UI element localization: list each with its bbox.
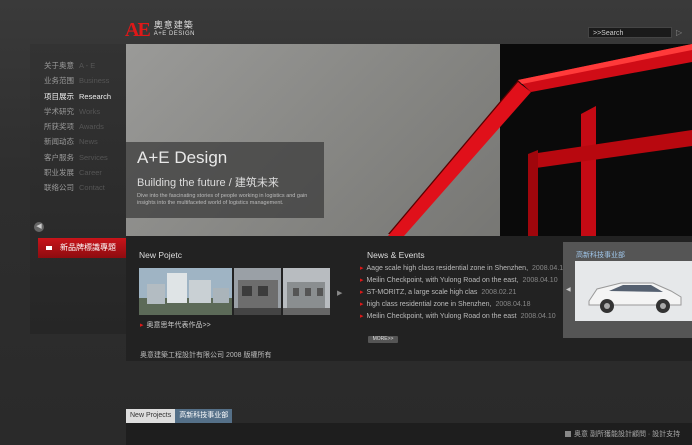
red-beam-right <box>581 106 596 236</box>
news-title: News & Events <box>367 250 425 260</box>
nav-label-cn: 所获奖项 <box>44 122 74 132</box>
search-input[interactable]: >>Search <box>588 27 672 38</box>
nav-item-about[interactable]: 关于奥意 A - E <box>44 58 111 73</box>
news-item-date: 2008.04.18 <box>495 301 531 308</box>
thumbnails-next-icon[interactable]: ▶ <box>337 289 342 297</box>
project-thumbnail[interactable] <box>283 268 330 315</box>
site-icon <box>565 431 571 438</box>
projects-link-label: 奥意思年代表作品>> <box>146 322 211 329</box>
nav-label-en: Research <box>79 91 112 101</box>
new-brand-label: 新品牌標識專題 <box>60 243 116 252</box>
nav-label-en: Contact <box>79 183 105 193</box>
hero-subtitle: Building the future / 建筑未来 <box>137 177 279 189</box>
copyright-text: 奥意建築工程設計有限公司 2008 版權所有 <box>140 352 272 359</box>
news-item-text: Meilin Checkpoint, with Yulong Road on t… <box>366 313 517 320</box>
nav-item-research[interactable]: 项目展示 Research <box>44 89 111 104</box>
bullet-arrow-icon: ▸ <box>360 277 364 284</box>
nav-item-news[interactable]: 新闻动态 News <box>44 134 111 149</box>
logo-name-cn: 奧意建築 <box>153 20 194 30</box>
bottom-tabs: New Projects 高新科技事业部 <box>126 409 233 423</box>
new-brand-button[interactable]: 新品牌標識專題 <box>38 238 126 258</box>
feature-prev-icon[interactable]: ◀ <box>566 286 571 293</box>
nav-label-cn: 职业发展 <box>44 168 74 178</box>
red-beam-left-post <box>528 150 538 236</box>
nav-item-works[interactable]: 学术研究 Works <box>44 104 111 119</box>
news-item[interactable]: ▸ ST-MORITZ, a large scale high clas 2008.… <box>360 287 567 299</box>
nav-label-en: News <box>79 137 98 147</box>
footer-credit-text: 奥意 副所獲能設計顧問 · 設計支持 <box>574 431 681 438</box>
nav-label-cn: 学术研究 <box>44 106 74 116</box>
nav-label-en: Services <box>79 152 108 162</box>
nav-label-en: Business <box>79 76 110 86</box>
news-item-text: Aage scale high class residential zone i… <box>366 265 529 272</box>
nav-label-cn: 新闻动态 <box>44 137 74 147</box>
tab-tech-division[interactable]: 高新科技事业部 <box>175 409 233 423</box>
video-icon <box>46 245 52 250</box>
project-thumbnail[interactable] <box>139 268 232 315</box>
news-item-date: 2008.04.18 <box>532 265 568 272</box>
collapse-arrow-icon[interactable]: ◀ <box>34 222 44 232</box>
bullet-arrow-icon: ▸ <box>360 289 364 296</box>
project-thumbnail[interactable] <box>234 268 281 315</box>
nav-label-en: Works <box>79 106 101 116</box>
red-beam-diagonal <box>388 82 531 236</box>
nav-label-cn: 业务范围 <box>44 76 74 86</box>
bullet-arrow-icon: ▸ <box>360 265 364 272</box>
news-item-text: ST-MORITZ, a large scale high clas <box>366 289 478 296</box>
nav-label-en: A - E <box>79 61 96 70</box>
main-nav: 关于奥意 A - E 业务范围 Business 项目展示 Research 学术研究… <box>44 58 111 196</box>
news-more-button[interactable]: MORE>> <box>368 336 398 343</box>
bullet-arrow-icon: ▸ <box>140 322 144 329</box>
nav-label-en: Awards <box>79 122 104 132</box>
news-item-text: high class residential zone in Shenzhen, <box>366 301 492 308</box>
hero-title: A+E Design <box>137 148 228 167</box>
projects-link[interactable]: ▸ 奥意思年代表作品>> <box>140 320 211 330</box>
nav-item-career[interactable]: 职业发展 Career <box>44 165 111 180</box>
nav-label-cn: 项目展示 <box>44 91 74 101</box>
news-item[interactable]: ▸ high class residential zone in Shenzhen… <box>360 299 567 311</box>
nav-label-cn: 联络公司 <box>44 183 74 193</box>
nav-item-contact[interactable]: 联络公司 Contact <box>44 180 111 195</box>
bullet-arrow-icon: ▸ <box>360 313 364 320</box>
nav-item-services[interactable]: 客户服务 Services <box>44 150 111 165</box>
nav-label-cn: 客户服务 <box>44 152 74 162</box>
nav-item-business[interactable]: 业务范围 Business <box>44 73 111 88</box>
red-beam-lower <box>531 130 692 168</box>
nav-label-en: Career <box>79 168 102 178</box>
logo-mark: AE <box>125 19 151 41</box>
hero-description: Dive into the fascinating stories of peo… <box>137 193 308 206</box>
nav-label-cn: 关于奥意 <box>44 61 74 70</box>
news-list: ▸ Aage scale high class residential zone … <box>360 263 567 323</box>
feature-title[interactable]: 高新科技事业部 <box>576 250 625 260</box>
news-item[interactable]: ▸ Meilin Checkpoint, with Yulong Road on … <box>360 275 567 287</box>
news-item-text: Meilin Checkpoint, with Yulong Road on t… <box>366 277 519 284</box>
logo[interactable]: AE 奧意建築 A+E DESIGN <box>125 20 195 40</box>
search-icon[interactable]: ▷ <box>676 28 686 38</box>
nav-item-awards[interactable]: 所获奖项 Awards <box>44 119 111 134</box>
projects-title: New Pojetc <box>139 250 182 260</box>
logo-text: 奧意建築 A+E DESIGN <box>154 21 195 39</box>
news-item-date: 2008.04.10 <box>522 277 558 284</box>
news-item[interactable]: ▸ Meilin Checkpoint, with Yulong Road on … <box>360 311 567 323</box>
news-item[interactable]: ▸ Aage scale high class residential zone … <box>360 263 567 275</box>
news-item-date: 2008.04.10 <box>520 313 556 320</box>
feature-car-image[interactable] <box>575 261 692 321</box>
bullet-arrow-icon: ▸ <box>360 301 364 308</box>
news-item-date: 2008.02.21 <box>481 289 517 296</box>
tab-new-projects[interactable]: New Projects <box>126 409 176 423</box>
footer-credit[interactable]: 奥意 副所獲能設計顧問 · 設計支持 <box>565 429 680 439</box>
logo-name-en: A+E DESIGN <box>153 31 195 37</box>
